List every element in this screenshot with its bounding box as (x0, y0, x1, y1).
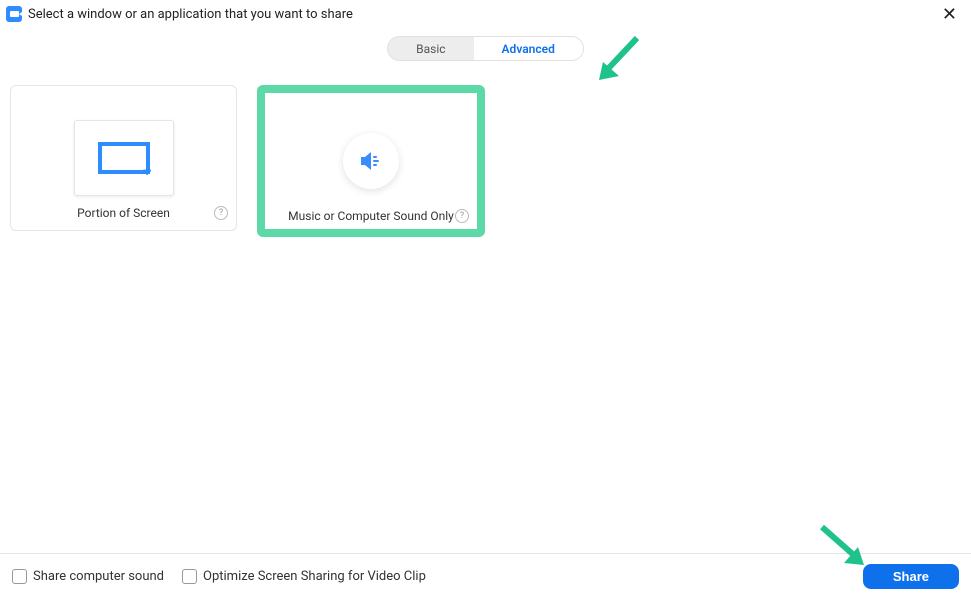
help-icon[interactable]: ? (455, 209, 469, 223)
checkbox-share-sound[interactable]: Share computer sound (12, 569, 164, 584)
help-icon[interactable]: ? (214, 206, 228, 220)
share-button[interactable]: Share (863, 564, 959, 589)
portion-preview-icon (74, 120, 174, 196)
card-music-or-sound[interactable]: Music or Computer Sound Only ? (257, 85, 485, 237)
annotation-arrow-icon (816, 523, 871, 573)
close-icon[interactable]: ✕ (942, 6, 957, 24)
dialog-title: Select a window or an application that y… (28, 7, 353, 22)
card-portion-of-screen[interactable]: Portion of Screen ? (10, 85, 237, 231)
tab-group: Basic Advanced (387, 36, 584, 61)
card-label: Portion of Screen (11, 206, 236, 220)
tab-basic[interactable]: Basic (388, 37, 473, 60)
tab-advanced[interactable]: Advanced (474, 37, 583, 60)
checkbox-icon (12, 569, 27, 584)
card-label: Music or Computer Sound Only (265, 209, 477, 223)
speaker-icon (343, 133, 399, 189)
checkbox-label: Optimize Screen Sharing for Video Clip (203, 569, 426, 584)
annotation-arrow-icon (595, 36, 645, 86)
checkbox-icon (182, 569, 197, 584)
zoom-app-icon (6, 6, 22, 22)
checkbox-optimize-video[interactable]: Optimize Screen Sharing for Video Clip (182, 569, 426, 584)
checkbox-label: Share computer sound (33, 569, 164, 584)
